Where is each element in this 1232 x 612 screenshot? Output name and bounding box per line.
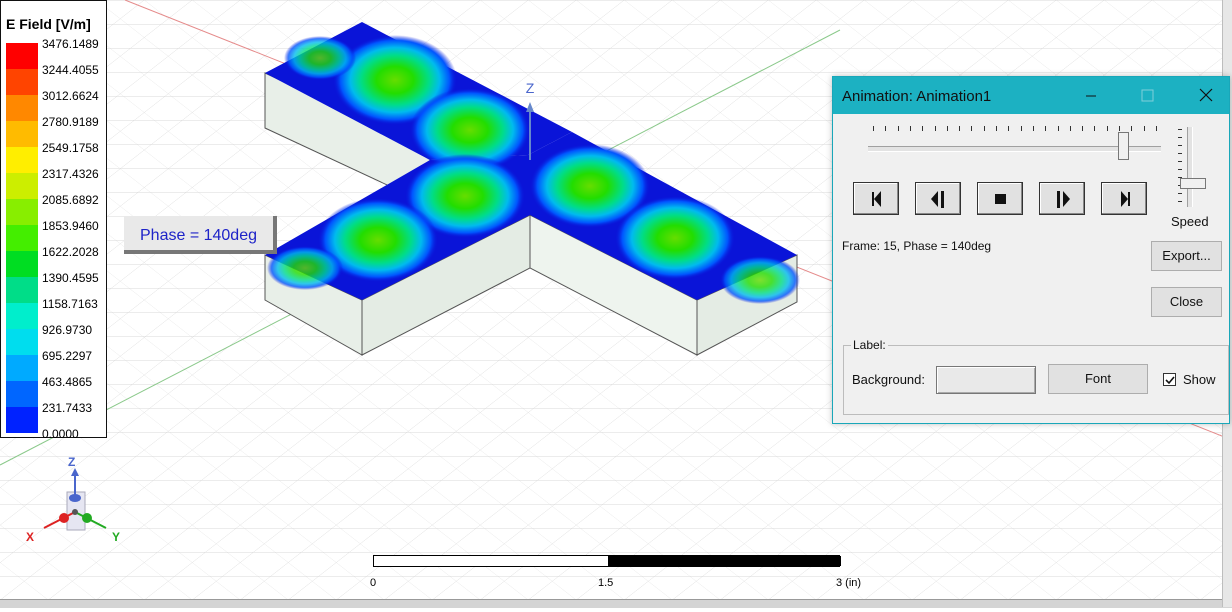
speed-label: Speed — [1171, 214, 1209, 229]
export-button[interactable]: Export... — [1151, 241, 1222, 271]
scale-label-mid: 1.5 — [598, 577, 614, 589]
scale-label-end: 3 (in) — [836, 577, 862, 589]
triad-y-label: Y — [112, 530, 121, 544]
show-checkbox[interactable] — [1163, 373, 1176, 386]
svg-text:Z: Z — [526, 80, 535, 96]
legend-value: 463.4865 — [42, 375, 93, 389]
legend-color-bar — [6, 43, 38, 433]
legend-color-swatch — [6, 329, 38, 355]
legend-value: 3012.6624 — [42, 89, 99, 103]
legend-color-swatch — [6, 225, 38, 251]
maximize-button[interactable] — [1125, 80, 1169, 110]
stop-icon — [995, 194, 1006, 204]
dialog-title: Animation: Animation1 — [842, 88, 992, 105]
background-label: Background: — [852, 372, 925, 387]
legend-color-swatch — [6, 95, 38, 121]
legend-value: 3244.4055 — [42, 63, 99, 77]
scale-label-start: 0 — [370, 577, 377, 589]
frame-status-text: Frame: 15, Phase = 140deg — [842, 239, 992, 253]
minimize-icon — [1086, 95, 1096, 97]
triad-z-label: Z — [68, 455, 76, 469]
legend-color-swatch — [6, 121, 38, 147]
minimize-button[interactable] — [1069, 80, 1113, 110]
legend-value: 1853.9460 — [42, 219, 99, 233]
legend-value: 0.0000 — [42, 427, 79, 441]
frame-slider-thumb[interactable] — [1117, 132, 1129, 160]
legend-color-swatch — [6, 69, 38, 95]
legend-color-swatch — [6, 407, 38, 433]
legend-value: 1390.4595 — [42, 271, 99, 285]
speed-slider-ticks — [1178, 129, 1184, 204]
font-button[interactable]: Font — [1048, 364, 1148, 394]
scale-bar — [373, 555, 841, 567]
play-forward-button[interactable] — [1101, 182, 1147, 215]
legend-color-swatch — [6, 381, 38, 407]
phase-label[interactable]: Phase = 140deg — [124, 216, 277, 254]
legend-value: 2549.1758 — [42, 141, 99, 155]
legend-value: 1622.2028 — [42, 245, 99, 259]
legend-color-swatch — [6, 303, 38, 329]
legend-color-swatch — [6, 277, 38, 303]
background-color-button[interactable] — [936, 366, 1036, 394]
legend-value: 1158.7163 — [42, 297, 98, 311]
speed-slider-thumb[interactable] — [1180, 178, 1206, 189]
legend-value: 926.9730 — [42, 323, 93, 337]
play-forward-icon — [1121, 191, 1130, 207]
legend-color-swatch — [6, 43, 38, 69]
field-legend[interactable]: E Field [V/m] 3476.1489 3244.4055 3012.662… — [0, 0, 107, 441]
legend-value: 2780.9189 — [42, 115, 99, 129]
dialog-titlebar[interactable]: Animation: Animation1 — [833, 77, 1229, 114]
label-group-title: Label: — [851, 338, 888, 352]
show-label: Show — [1183, 372, 1216, 387]
legend-color-swatch — [6, 173, 38, 199]
legend-value: 2317.4326 — [42, 167, 99, 181]
legend-value: 231.7433 — [42, 401, 93, 415]
animation-dialog[interactable]: Animation: Animation1 Speed Frame: 15, P… — [832, 76, 1230, 424]
checkmark-icon — [1165, 376, 1175, 385]
stop-button[interactable] — [977, 182, 1023, 215]
play-backward-icon — [872, 191, 881, 207]
close-window-button[interactable] — [1183, 80, 1227, 110]
legend-color-swatch — [6, 355, 38, 381]
legend-title: E Field [V/m] — [6, 16, 91, 32]
legend-value: 2085.6892 — [42, 193, 99, 207]
step-forward-icon — [1057, 191, 1070, 208]
close-button[interactable]: Close — [1151, 287, 1222, 317]
maximize-icon — [1141, 89, 1154, 102]
step-backward-icon — [931, 191, 944, 208]
legend-values: 3476.1489 3244.4055 3012.6624 2780.9189 2549… — [42, 34, 99, 450]
legend-color-swatch — [6, 199, 38, 225]
play-backward-button[interactable] — [853, 182, 899, 215]
legend-color-swatch — [6, 251, 38, 277]
close-icon — [1199, 88, 1213, 102]
step-backward-button[interactable] — [915, 182, 961, 215]
triad-x-label: X — [26, 530, 35, 544]
step-forward-button[interactable] — [1039, 182, 1085, 215]
legend-color-swatch — [6, 147, 38, 173]
legend-value: 3476.1489 — [42, 37, 99, 51]
legend-value: 695.2297 — [42, 349, 93, 363]
speed-slider-track[interactable] — [1187, 127, 1193, 207]
